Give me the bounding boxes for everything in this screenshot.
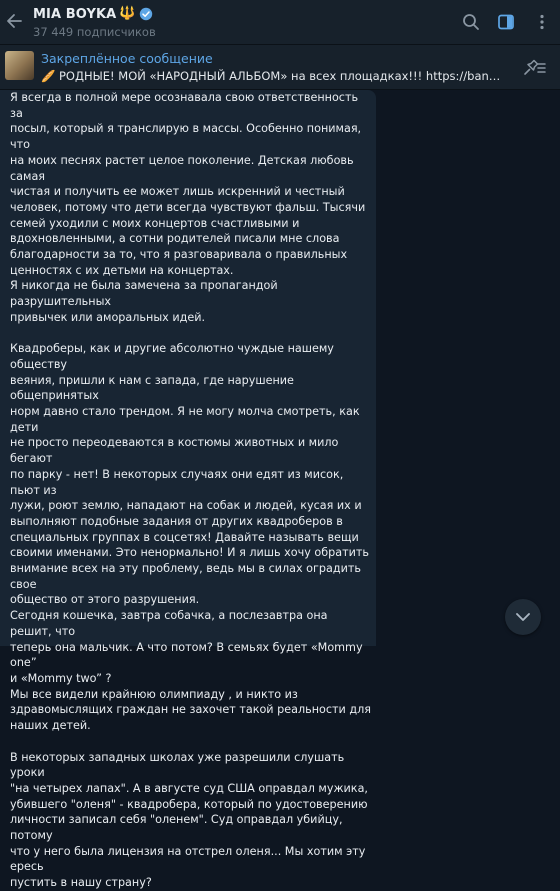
message-line: "на четырех лапах". А в августе суд США …: [10, 781, 368, 795]
message-line: лужи, роют землю, нападают на собак и лю…: [10, 499, 362, 513]
message-bubble: Я всегда в полной мере осознавала свою о…: [0, 90, 376, 889]
message-line: и «Mommy two” ?: [10, 672, 112, 685]
message-line: личности записал себя "оленем". Суд опра…: [10, 813, 343, 843]
message-line: ценностях с их детьми на концертах.: [10, 263, 234, 277]
message-line: пустить в нашу страну?: [10, 876, 152, 890]
message-line: чистая и получить ее может лишь искренни…: [10, 185, 345, 199]
message-line: Мы все видели крайнюю олимпиаду , и никт…: [10, 687, 298, 701]
message-line: посыл, который я транслирую в массы. Осо…: [10, 122, 362, 152]
message-line: выполняют подобные задания от других ква…: [10, 514, 343, 528]
pinned-label: Закреплённое сообщение: [41, 51, 213, 66]
message-line: убившего "оленя" - квадробера, который п…: [10, 797, 368, 811]
search-icon[interactable]: [461, 12, 481, 32]
message-line: благодарности за то, что я разговаривала…: [10, 248, 348, 262]
sidebar-panel-icon[interactable]: [496, 12, 516, 32]
message-line: наших детей.: [10, 719, 91, 733]
verified-icon: [139, 7, 152, 21]
message-line: норм давно стало трендом. Я не могу молч…: [10, 405, 360, 434]
message-line: на моих песнях растет целое поколение. Д…: [10, 153, 354, 183]
message-line: по парку - нет! В некоторых случаях они …: [10, 467, 344, 497]
pinned-text: 🥖 РОДНЫЕ! МОЙ «НАРОДНЫЙ АЛЬБОМ» на всех …: [41, 69, 503, 83]
scroll-down-button[interactable]: [505, 599, 541, 635]
message-line: человек, потому что дети всегда чувствую…: [10, 200, 366, 214]
message-line: Сегодня кошечка, завтра собачка, а после…: [10, 609, 328, 638]
chat-header: MIA BOYKA 🔱 37 449 подписчиков: [0, 0, 560, 45]
pinned-thumbnail: [5, 51, 34, 80]
back-arrow-icon[interactable]: [4, 8, 26, 34]
pinned-emoji: 🥖: [41, 69, 56, 83]
channel-info[interactable]: MIA BOYKA 🔱 37 449 подписчиков: [33, 6, 156, 40]
message-line: привычек или аморальных идей.: [10, 310, 206, 324]
message-line: не просто переодеваются в костюмы животн…: [10, 436, 339, 466]
subscriber-count: 37 449 подписчиков: [33, 25, 156, 39]
pin-list-icon[interactable]: [521, 57, 547, 77]
message-line: веяния, пришли к нам с запада, где наруш…: [10, 373, 294, 403]
message-line: Я никогда не была замечена за пропагандо…: [10, 279, 278, 309]
message-line: семей уходили с моих концертов счастливы…: [10, 216, 300, 230]
message-line: В некоторых западных школах уже разрешил…: [10, 750, 345, 780]
more-vertical-icon[interactable]: [532, 12, 552, 32]
message-line: что у него была лицензия на отстрел олен…: [10, 844, 366, 874]
pinned-text-content: РОДНЫЕ! МОЙ «НАРОДНЫЙ АЛЬБОМ» на всех пл…: [58, 69, 503, 83]
pinned-message-bar[interactable]: Закреплённое сообщение 🥖 РОДНЫЕ! МОЙ «НА…: [0, 45, 560, 90]
message-line: вдохновленными, а сотни родителей писали…: [10, 232, 340, 246]
message-line: специальных группах в соцсетях! Давайте …: [10, 530, 359, 544]
message-line: общество от этого разрушения.: [10, 593, 200, 607]
message-line: Я всегда в полной мере осознавала свою о…: [10, 91, 359, 120]
channel-name: MIA BOYKA: [33, 6, 117, 22]
message-text: Я всегда в полной мере осознавала свою о…: [10, 90, 372, 891]
trident-emoji: 🔱: [119, 6, 136, 21]
message-line: теперь она мальчик. А что потом? В семья…: [10, 640, 363, 670]
message-line: своими именами. Это ненормально! И я лиш…: [10, 546, 370, 560]
message-line: здравомыслящих граждан не захочет такой …: [10, 703, 371, 717]
message-line: внимание всех на эту проблему, ведь мы в…: [10, 562, 361, 591]
message-line: Квадроберы, как и другие абсолютно чужды…: [10, 342, 334, 371]
chevron-down-icon: [516, 613, 530, 621]
